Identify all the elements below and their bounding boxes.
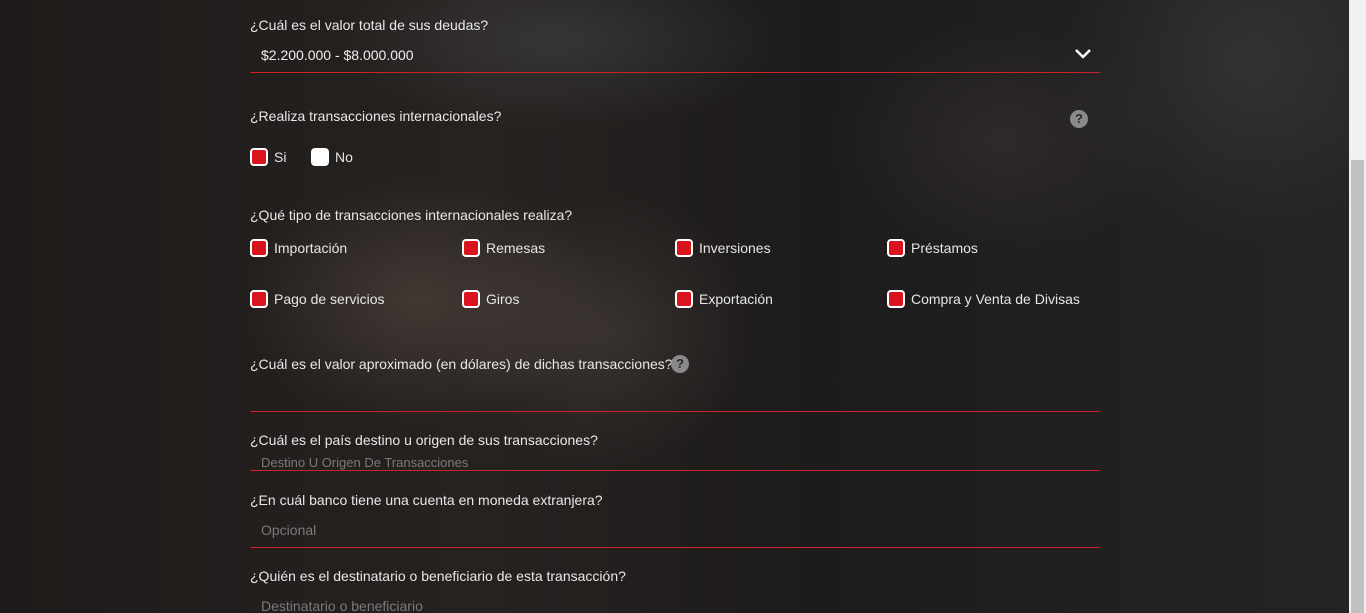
option-label: Remesas [486,240,546,256]
debts-select[interactable]: $2.200.000 - $8.000.000 [250,40,1100,72]
option-importacion[interactable]: Importación [250,239,347,257]
debts-question: ¿Cuál es el valor total de sus deudas? [250,17,489,33]
amount-input[interactable] [250,380,1100,410]
country-question: ¿Cuál es el país destino u origen de sus… [250,432,598,448]
option-si-label: Si [274,149,287,165]
international-question: ¿Realiza transacciones internacionales? [250,108,502,124]
country-placeholder: Destino U Origen De Transacciones [261,455,469,470]
checkbox-no[interactable] [311,148,329,166]
country-underline [250,470,1100,471]
option-compra-venta-divisas[interactable]: Compra y Venta de Divisas [887,290,1080,308]
checkbox-remesas[interactable] [462,239,480,257]
option-prestamos[interactable]: Préstamos [887,239,978,257]
beneficiary-question: ¿Quién es el destinatario o beneficiario… [250,568,626,584]
help-icon[interactable]: ? [1070,110,1088,128]
chevron-down-icon [1075,49,1091,59]
checkbox-compra-venta-divisas[interactable] [887,290,905,308]
vertical-scrollbar[interactable] [1349,0,1366,613]
country-input[interactable]: Destino U Origen De Transacciones [250,452,1100,470]
beneficiary-placeholder: Destinatario o beneficiario [261,598,423,613]
option-label: Giros [486,291,520,307]
option-no[interactable]: No [311,148,353,166]
option-giros[interactable]: Giros [462,290,519,308]
option-exportacion[interactable]: Exportación [675,290,773,308]
option-no-label: No [335,149,353,165]
amount-underline [250,411,1100,412]
checkbox-pago-servicios[interactable] [250,290,268,308]
bank-input[interactable]: Opcional [250,514,1100,546]
option-inversiones[interactable]: Inversiones [675,239,771,257]
option-label: Compra y Venta de Divisas [911,291,1080,307]
types-question: ¿Qué tipo de transacciones internacional… [250,207,573,223]
option-label: Importación [274,240,348,256]
beneficiary-input[interactable]: Destinatario o beneficiario [250,590,1100,613]
bank-question: ¿En cuál banco tiene una cuenta en moned… [250,492,603,508]
checkbox-importacion[interactable] [250,239,268,257]
checkbox-inversiones[interactable] [675,239,693,257]
checkbox-exportacion[interactable] [675,290,693,308]
option-label: Pago de servicios [274,291,385,307]
option-label: Préstamos [911,240,978,256]
debts-underline [250,72,1100,73]
option-label: Exportación [699,291,773,307]
debts-selected-value: $2.200.000 - $8.000.000 [261,47,414,63]
checkbox-giros[interactable] [462,290,480,308]
option-remesas[interactable]: Remesas [462,239,545,257]
bank-placeholder: Opcional [261,522,317,538]
checkbox-si[interactable] [250,148,268,166]
amount-question: ¿Cuál es el valor aproximado (en dólares… [250,356,673,372]
option-label: Inversiones [699,240,771,256]
option-pago-servicios[interactable]: Pago de servicios [250,290,385,308]
bank-underline [250,547,1100,548]
help-icon[interactable]: ? [671,355,689,373]
checkbox-prestamos[interactable] [887,239,905,257]
scrollbar-thumb[interactable] [1351,160,1364,613]
option-si[interactable]: Si [250,148,286,166]
